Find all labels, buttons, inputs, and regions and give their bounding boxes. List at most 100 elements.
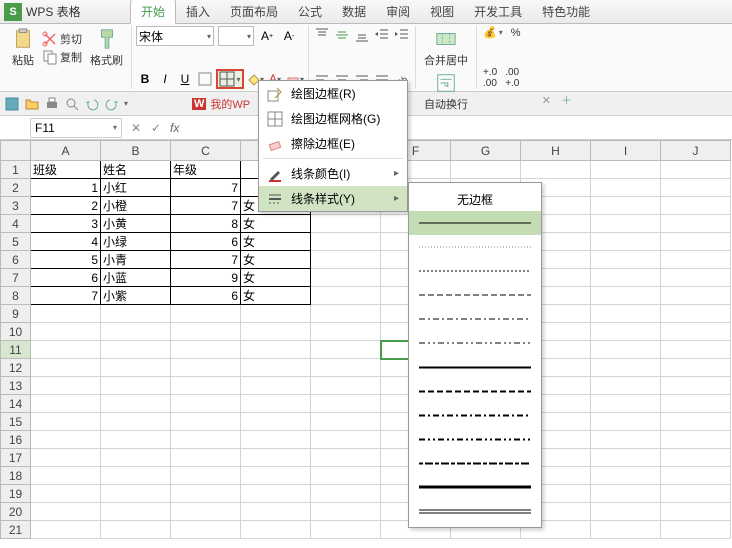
tab-home[interactable]: 开始 bbox=[130, 0, 176, 24]
cell-E5[interactable] bbox=[311, 233, 381, 251]
cell-D11[interactable] bbox=[241, 341, 311, 359]
save-icon[interactable] bbox=[4, 96, 20, 112]
cell-D7[interactable]: 女 bbox=[241, 269, 311, 287]
line-style-dotted[interactable] bbox=[409, 259, 541, 283]
auto-wrap-button[interactable]: 自动换行 bbox=[420, 70, 472, 114]
cell-D8[interactable]: 女 bbox=[241, 287, 311, 305]
cell-J15[interactable] bbox=[661, 413, 731, 431]
tab-features[interactable]: 特色功能 bbox=[532, 0, 600, 23]
cell-E4[interactable] bbox=[311, 215, 381, 233]
cell-C4[interactable]: 8 bbox=[171, 215, 241, 233]
decrease-indent-button[interactable] bbox=[373, 26, 391, 44]
percent-button[interactable]: % bbox=[509, 27, 523, 39]
cell-B5[interactable]: 小绿 bbox=[101, 233, 171, 251]
close-sheet-button[interactable]: ✕ bbox=[542, 94, 551, 107]
cell-J16[interactable] bbox=[661, 431, 731, 449]
cell-B2[interactable]: 小红 bbox=[101, 179, 171, 197]
cell-J8[interactable] bbox=[661, 287, 731, 305]
cell-A4[interactable]: 3 bbox=[31, 215, 101, 233]
col-header-J[interactable]: J bbox=[661, 141, 731, 161]
cell-E7[interactable] bbox=[311, 269, 381, 287]
cell-B10[interactable] bbox=[101, 323, 171, 341]
cell-J1[interactable] bbox=[661, 161, 731, 179]
col-header-B[interactable]: B bbox=[101, 141, 171, 161]
row-header-3[interactable]: 3 bbox=[1, 197, 31, 215]
currency-button[interactable]: 💰▾ bbox=[481, 26, 505, 39]
cell-D20[interactable] bbox=[241, 503, 311, 521]
cell-J11[interactable] bbox=[661, 341, 731, 359]
name-box[interactable]: F11▾ bbox=[30, 118, 122, 138]
cell-C5[interactable]: 6 bbox=[171, 233, 241, 251]
cell-A14[interactable] bbox=[31, 395, 101, 413]
line-style-dashed[interactable] bbox=[409, 283, 541, 307]
cell-E12[interactable] bbox=[311, 359, 381, 377]
cell-J21[interactable] bbox=[661, 521, 731, 539]
wps-doc-link[interactable]: W 我的WP bbox=[192, 96, 250, 112]
row-header-4[interactable]: 4 bbox=[1, 215, 31, 233]
cell-J10[interactable] bbox=[661, 323, 731, 341]
cell-A9[interactable] bbox=[31, 305, 101, 323]
cell-E16[interactable] bbox=[311, 431, 381, 449]
tab-review[interactable]: 审阅 bbox=[376, 0, 420, 23]
tab-formula[interactable]: 公式 bbox=[288, 0, 332, 23]
col-header-C[interactable]: C bbox=[171, 141, 241, 161]
cell-D12[interactable] bbox=[241, 359, 311, 377]
cell-A18[interactable] bbox=[31, 467, 101, 485]
cell-C2[interactable]: 7 bbox=[171, 179, 241, 197]
cut-button[interactable]: 剪切 bbox=[40, 31, 84, 47]
line-style-thick[interactable] bbox=[409, 475, 541, 499]
cell-I3[interactable] bbox=[591, 197, 661, 215]
cell-C20[interactable] bbox=[171, 503, 241, 521]
cell-A2[interactable]: 1 bbox=[31, 179, 101, 197]
cell-I5[interactable] bbox=[591, 233, 661, 251]
decrease-font-button[interactable]: A- bbox=[280, 27, 298, 45]
cell-E14[interactable] bbox=[311, 395, 381, 413]
cell-J9[interactable] bbox=[661, 305, 731, 323]
line-style-medium[interactable] bbox=[409, 355, 541, 379]
cell-A16[interactable] bbox=[31, 431, 101, 449]
cell-D16[interactable] bbox=[241, 431, 311, 449]
row-header-15[interactable]: 15 bbox=[1, 413, 31, 431]
cell-C1[interactable]: 年级 bbox=[171, 161, 241, 179]
cell-A15[interactable] bbox=[31, 413, 101, 431]
row-header-14[interactable]: 14 bbox=[1, 395, 31, 413]
cell-A7[interactable]: 6 bbox=[31, 269, 101, 287]
cell-C7[interactable]: 9 bbox=[171, 269, 241, 287]
cell-A12[interactable] bbox=[31, 359, 101, 377]
line-style-medium-dashed[interactable] bbox=[409, 379, 541, 403]
cell-D19[interactable] bbox=[241, 485, 311, 503]
row-header-13[interactable]: 13 bbox=[1, 377, 31, 395]
decrease-decimal-button[interactable]: .00+.0 bbox=[503, 67, 521, 89]
tab-data[interactable]: 数据 bbox=[332, 0, 376, 23]
font-name-select[interactable]: 宋体▾ bbox=[136, 26, 214, 46]
row-header-12[interactable]: 12 bbox=[1, 359, 31, 377]
tab-view[interactable]: 视图 bbox=[420, 0, 464, 23]
cell-C3[interactable]: 7 bbox=[171, 197, 241, 215]
underline-button[interactable]: U bbox=[176, 70, 194, 88]
draw-border-grid-item[interactable]: 绘图边框网格(G) bbox=[259, 106, 407, 131]
tab-insert[interactable]: 插入 bbox=[176, 0, 220, 23]
cell-J7[interactable] bbox=[661, 269, 731, 287]
cell-J13[interactable] bbox=[661, 377, 731, 395]
align-top-button[interactable] bbox=[313, 26, 331, 44]
cell-D21[interactable] bbox=[241, 521, 311, 539]
cell-C9[interactable] bbox=[171, 305, 241, 323]
tab-dev[interactable]: 开发工具 bbox=[464, 0, 532, 23]
border-dropdown[interactable]: ▾ bbox=[216, 69, 244, 89]
col-header-A[interactable]: A bbox=[31, 141, 101, 161]
cell-I7[interactable] bbox=[591, 269, 661, 287]
cell-B18[interactable] bbox=[101, 467, 171, 485]
cell-J14[interactable] bbox=[661, 395, 731, 413]
cell-A5[interactable]: 4 bbox=[31, 233, 101, 251]
cell-I17[interactable] bbox=[591, 449, 661, 467]
col-header-I[interactable]: I bbox=[591, 141, 661, 161]
cell-I13[interactable] bbox=[591, 377, 661, 395]
cell-A21[interactable] bbox=[31, 521, 101, 539]
cell-C18[interactable] bbox=[171, 467, 241, 485]
cell-D15[interactable] bbox=[241, 413, 311, 431]
cell-I9[interactable] bbox=[591, 305, 661, 323]
cell-C19[interactable] bbox=[171, 485, 241, 503]
draw-border-item[interactable]: 绘图边框(R) bbox=[259, 81, 407, 106]
row-header-1[interactable]: 1 bbox=[1, 161, 31, 179]
col-header-G[interactable]: G bbox=[451, 141, 521, 161]
